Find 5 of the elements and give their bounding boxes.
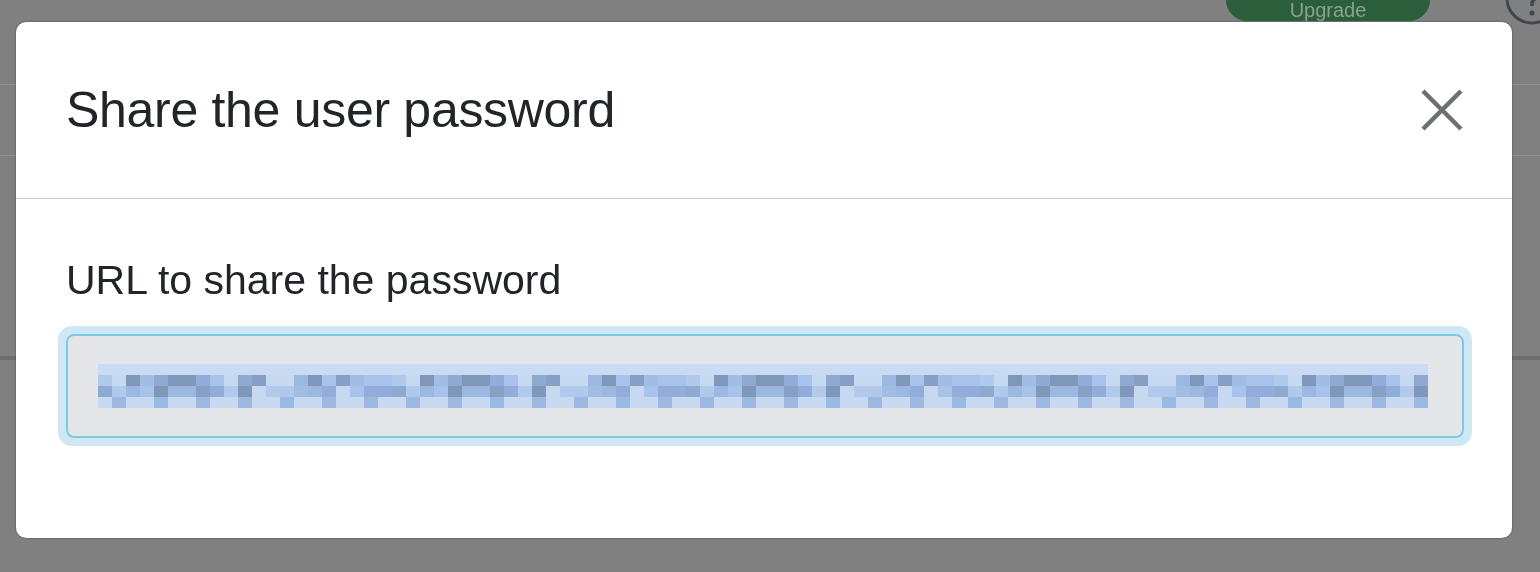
upgrade-button[interactable]: Upgrade (1226, 0, 1430, 21)
url-field[interactable] (66, 334, 1464, 438)
field-label: URL to share the password (66, 257, 563, 304)
close-icon[interactable] (1420, 88, 1464, 132)
dialog-title: Share the user password (66, 81, 615, 139)
